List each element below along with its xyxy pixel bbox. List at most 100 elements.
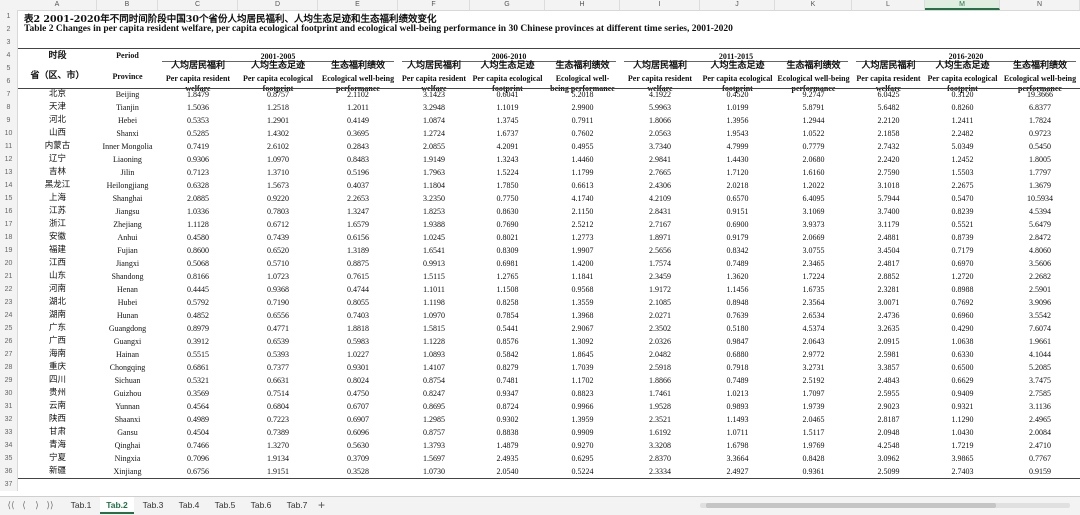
table-cell-value: 5.9963	[649, 103, 671, 112]
table-cell-value: 0.7403	[347, 311, 369, 320]
column-header-L[interactable]: L	[852, 0, 925, 10]
table-cell-value: 4.2109	[649, 194, 671, 203]
row-header[interactable]: 1	[0, 10, 18, 23]
province-name-cn: 河北	[48, 115, 66, 125]
row-header[interactable]: 33	[0, 426, 18, 439]
prev-sheet-button[interactable]: ⟨	[19, 500, 29, 511]
table-cell-value: 4.1740	[571, 194, 594, 203]
table-cell-value: 0.5196	[347, 168, 369, 177]
table-cell-value: 0.9361	[802, 467, 825, 476]
row-header[interactable]: 17	[0, 218, 18, 231]
column-header-G[interactable]: G	[470, 0, 545, 10]
horizontal-scrollbar[interactable]	[700, 503, 1070, 508]
province-name-en: Hainan	[115, 350, 140, 359]
table-cell-value: 0.7692	[951, 298, 974, 307]
row-header[interactable]: 23	[0, 296, 18, 309]
table-cell-value: 0.7096	[187, 454, 209, 463]
table-cell-value: 0.7419	[187, 142, 209, 151]
table-cell-value: 2.0915	[877, 337, 900, 346]
sheet-tab[interactable]: Tab.2	[100, 497, 134, 514]
row-header[interactable]: 25	[0, 322, 18, 335]
row-header[interactable]: 27	[0, 348, 18, 361]
table-cell-value: 0.9409	[951, 389, 974, 398]
add-sheet-button[interactable]: +	[318, 498, 325, 512]
row-header[interactable]: 30	[0, 387, 18, 400]
row-header[interactable]: 31	[0, 400, 18, 413]
row-header[interactable]: 20	[0, 257, 18, 270]
row-header[interactable]: 6	[0, 75, 18, 88]
row-header[interactable]: 7	[0, 88, 18, 101]
table-cell-value: 2.5981	[877, 350, 900, 359]
row-header[interactable]: 11	[0, 140, 18, 153]
sheet-tab[interactable]: Tab.1	[64, 497, 98, 514]
province-name-en: Beijing	[115, 90, 140, 99]
table-cell-value: 0.6041	[496, 90, 519, 99]
table-cell-value: 1.4302	[267, 129, 289, 138]
table-cell-value: 1.1493	[726, 415, 749, 424]
table-cell-value: 1.9543	[726, 129, 749, 138]
last-sheet-button[interactable]: ⟩⟩	[45, 500, 55, 511]
column-header-C[interactable]: C	[158, 0, 238, 10]
row-header[interactable]: 12	[0, 153, 18, 166]
table-cell-value: 0.8875	[347, 259, 369, 268]
table-cell-value: 0.7911	[571, 116, 594, 125]
column-header-I[interactable]: I	[620, 0, 700, 10]
row-header[interactable]: 22	[0, 283, 18, 296]
column-header-F[interactable]: F	[398, 0, 470, 10]
scrollbar-thumb[interactable]	[706, 503, 996, 508]
row-header[interactable]: 36	[0, 465, 18, 478]
column-header-J[interactable]: J	[700, 0, 775, 10]
column-header-E[interactable]: E	[318, 0, 398, 10]
column-header-H[interactable]: H	[545, 0, 620, 10]
row-header[interactable]: 4	[0, 49, 18, 62]
column-header-N[interactable]: N	[1000, 0, 1080, 10]
row-header[interactable]: 35	[0, 452, 18, 465]
row-header[interactable]: 32	[0, 413, 18, 426]
row-header[interactable]: 9	[0, 114, 18, 127]
row-header[interactable]: 8	[0, 101, 18, 114]
row-header[interactable]: 19	[0, 244, 18, 257]
column-header-K[interactable]: K	[775, 0, 852, 10]
sheet-tab[interactable]: Tab.6	[244, 497, 278, 514]
table-cell-value: 2.2482	[951, 129, 974, 138]
row-header[interactable]: 14	[0, 179, 18, 192]
row-header[interactable]: 29	[0, 374, 18, 387]
next-sheet-button[interactable]: ⟩	[32, 500, 42, 511]
province-name-en: Gansu	[117, 428, 138, 437]
column-header-D[interactable]: D	[238, 0, 318, 10]
column-header-M[interactable]: M	[925, 0, 1000, 10]
table-cell-value: 0.9909	[571, 428, 594, 437]
province-name-cn: 广东	[48, 323, 66, 333]
row-header[interactable]: 3	[0, 36, 18, 49]
table-cell-value: 0.3709	[347, 454, 369, 463]
sheet-tab[interactable]: Tab.7	[280, 497, 314, 514]
row-header[interactable]: 24	[0, 309, 18, 322]
table-cell-value: 0.9179	[726, 233, 749, 242]
sheet-tab[interactable]: Tab.4	[172, 497, 206, 514]
row-header[interactable]: 16	[0, 205, 18, 218]
row-header[interactable]: 28	[0, 361, 18, 374]
province-name-cn: 江苏	[48, 206, 66, 216]
table-cell-value: 1.3710	[267, 168, 289, 177]
table-cell-value: 0.7439	[267, 233, 289, 242]
row-header[interactable]: 15	[0, 192, 18, 205]
row-header[interactable]: 5	[0, 62, 18, 75]
row-header[interactable]: 37	[0, 478, 18, 491]
table-cell-value: 0.8695	[423, 402, 445, 411]
row-header[interactable]: 2	[0, 23, 18, 36]
row-header[interactable]: 10	[0, 127, 18, 140]
row-header[interactable]: 21	[0, 270, 18, 283]
table-cell-value: 4.5394	[1029, 207, 1051, 216]
first-sheet-button[interactable]: ⟨⟨	[6, 500, 16, 511]
sheet-tab[interactable]: Tab.3	[136, 497, 170, 514]
row-header[interactable]: 13	[0, 166, 18, 179]
row-header[interactable]: 18	[0, 231, 18, 244]
row-header[interactable]: 34	[0, 439, 18, 452]
sheet-tab[interactable]: Tab.5	[208, 497, 242, 514]
province-name-cn: 贵州	[48, 388, 66, 398]
column-header-B[interactable]: B	[97, 0, 158, 10]
spreadsheet-grid[interactable]: ABCDEFGHIJKLMN 1 2 3 4 5 6 7 8 9 10 11 12 13 14 15 16 17…	[0, 0, 1080, 496]
row-header[interactable]: 26	[0, 335, 18, 348]
column-header-A[interactable]: A	[18, 0, 97, 10]
table-cell-value: 3.9096	[1029, 298, 1051, 307]
